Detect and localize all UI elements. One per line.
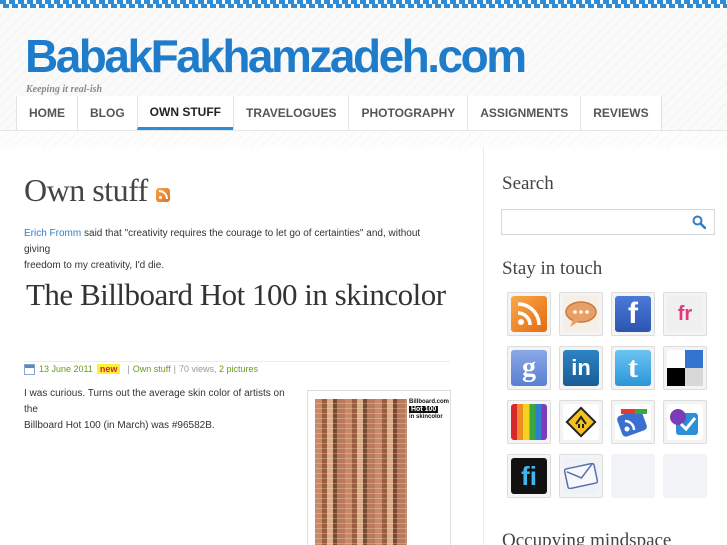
billboard-logo: Billboard.com Hot 100 in skincolor [409, 399, 449, 421]
email-glyph [564, 463, 598, 489]
new-badge: new [96, 364, 121, 374]
sign-glyph [565, 406, 597, 438]
friendfeed-glyph: fi [521, 460, 537, 491]
chat-icon[interactable] [559, 292, 603, 336]
billboard-logo-top: Billboard.com [409, 399, 450, 405]
post-body: I was curious. Turns out the average ski… [24, 386, 296, 434]
flickr-glyph: fr [677, 302, 693, 325]
nav-own-stuff[interactable]: OWN STUFF [136, 96, 233, 130]
nav-assignments[interactable]: ASSIGNMENTS [467, 96, 581, 130]
meta-separator: | [127, 364, 130, 374]
nav-home[interactable]: HOME [16, 96, 77, 130]
nav-travelogues[interactable]: TRAVELOGUES [233, 96, 349, 130]
friendfeed-icon[interactable]: fi [507, 454, 551, 498]
erich-fromm-link[interactable]: Erich Fromm [24, 228, 81, 239]
nav-blog[interactable]: BLOG [77, 96, 137, 130]
google-reader-icon[interactable] [611, 400, 655, 444]
empty-social-slot [611, 454, 655, 498]
twitter-glyph: t [628, 351, 638, 384]
page-intro: Erich Fromm said that "creativity requir… [24, 226, 444, 274]
search-icon[interactable] [692, 215, 706, 229]
stripes-icon[interactable] [507, 400, 551, 444]
post-pictures-link[interactable]: 2 pictures [219, 364, 258, 374]
nav-photography[interactable]: PHOTOGRAPHY [348, 96, 468, 130]
google-glyph: g [522, 352, 536, 383]
rss-glyph [517, 302, 541, 326]
post-views: 70 views, [178, 364, 217, 374]
post-body-line-2: Billboard Hot 100 (in March) was #96582B… [24, 420, 215, 431]
intro-text-2: freedom to my creativity, I'd die. [24, 260, 165, 271]
flickr-icon[interactable]: fr [663, 292, 707, 336]
sign-icon[interactable] [559, 400, 603, 444]
rss-icon[interactable] [507, 292, 551, 336]
rss-feed-icon[interactable] [156, 188, 170, 202]
meta-separator: | [173, 364, 176, 374]
delicious-glyph [667, 350, 703, 386]
post-date: 13 June 2011 [39, 364, 93, 374]
delicious-icon[interactable] [663, 346, 707, 390]
post-category-link[interactable]: Own stuff [133, 364, 171, 374]
page-title: Own stuff [24, 172, 148, 208]
calendar-icon [24, 363, 35, 375]
facebook-icon[interactable]: f [611, 292, 655, 336]
billboard-logo-hot: Hot 100 [409, 406, 439, 413]
search-heading: Search [502, 173, 554, 194]
post-title[interactable]: The Billboard Hot 100 in skincolor [26, 274, 446, 316]
post-meta: 13 June 2011 new | Own stuff | 70 views,… [24, 363, 258, 375]
main-nav: HOME BLOG OWN STUFF TRAVELOGUES PHOTOGRA… [16, 96, 662, 130]
nav-reviews[interactable]: REVIEWS [580, 96, 662, 130]
google-icon[interactable]: g [507, 346, 551, 390]
linkedin-icon[interactable]: in [559, 346, 603, 390]
chat-glyph [565, 301, 597, 327]
billboard-logo-sub: in skincolor [409, 414, 443, 420]
post-body-line-1: I was curious. Turns out the average ski… [24, 388, 285, 415]
intro-text-1: said that "creativity requires the coura… [24, 228, 421, 255]
stay-in-touch-heading: Stay in touch [502, 258, 603, 279]
site-title[interactable]: BabakFakhamzadeh.com [25, 30, 527, 82]
foursquare-icon[interactable] [663, 400, 707, 444]
empty-social-slot [663, 454, 707, 498]
twitter-icon[interactable]: t [611, 346, 655, 390]
occupying-mindspace-heading: Occupying mindspace [502, 530, 672, 545]
search-input[interactable] [501, 209, 715, 235]
top-stripe [0, 0, 727, 8]
facebook-glyph: f [628, 297, 638, 330]
skincolor-grid-image [315, 399, 407, 545]
foursquare-glyph [670, 409, 698, 435]
post-thumbnail[interactable]: Billboard.com Hot 100 in skincolor [307, 390, 451, 545]
post-divider [24, 361, 450, 362]
linkedin-glyph: in [571, 355, 591, 380]
site-tagline: Keeping it real-ish [26, 84, 103, 95]
email-icon[interactable] [559, 454, 603, 498]
google-reader-glyph [617, 409, 647, 437]
